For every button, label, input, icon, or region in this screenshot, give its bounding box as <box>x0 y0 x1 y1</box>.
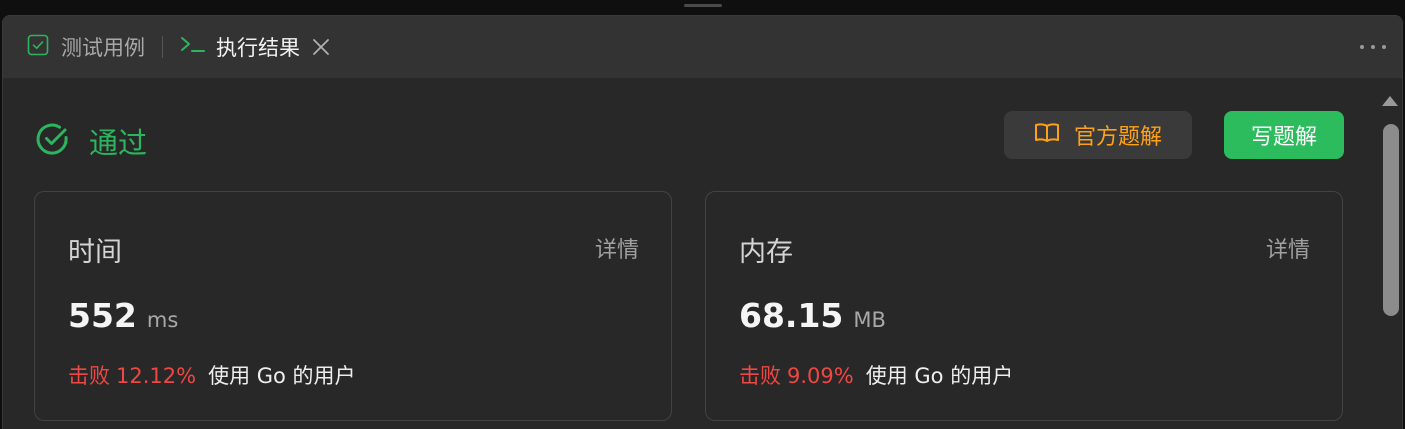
memory-unit: MB <box>853 308 886 332</box>
tab-result[interactable]: 执行结果 <box>180 16 332 78</box>
close-icon[interactable] <box>310 36 332 58</box>
memory-beats: 击败 9.09% 使用 Go 的用户 <box>739 360 1013 390</box>
terminal-icon <box>180 34 206 60</box>
memory-beats-prefix: 击败 <box>739 364 781 388</box>
tab-test-cases[interactable]: 测试用例 <box>3 16 145 78</box>
runtime-number: 552 <box>68 296 137 335</box>
runtime-beats: 击败 12.12% 使用 Go 的用户 <box>68 360 356 390</box>
memory-detail-link[interactable]: 详情 <box>1266 232 1310 264</box>
runtime-detail-link[interactable]: 详情 <box>595 232 639 264</box>
runtime-card: 时间 详情 552 ms 击败 12.12% 使用 Go 的用户 <box>34 191 672 421</box>
memory-card: 内存 详情 68.15 MB 击败 9.09% 使用 Go 的用户 <box>705 191 1343 421</box>
memory-number: 68.15 <box>739 296 844 335</box>
more-horizontal-icon[interactable] <box>1360 40 1386 54</box>
tab-test-cases-label: 测试用例 <box>61 36 145 60</box>
memory-value: 68.15 MB <box>739 296 886 335</box>
tab-divider <box>162 36 163 58</box>
book-open-icon <box>1034 122 1060 148</box>
runtime-title: 时间 <box>68 237 122 268</box>
write-solution-button[interactable]: 写题解 <box>1224 111 1344 159</box>
runtime-beats-suffix: 使用 Go 的用户 <box>208 364 356 388</box>
status-text: 通过 <box>89 126 148 160</box>
runtime-value: 552 ms <box>68 296 178 335</box>
official-solution-label: 官方题解 <box>1073 125 1162 150</box>
tab-bar: 测试用例 执行结果 <box>3 16 1402 78</box>
status-indicator: 通过 <box>35 120 147 162</box>
result-content: 通过 官方题解 写题解 时间 详情 552 ms 击败 12.12% 使用 Go <box>3 78 1374 429</box>
runtime-unit: ms <box>146 308 179 332</box>
result-panel: 测试用例 执行结果 通过 官方题解 写题解 时间 详情 552 ms 击败 12… <box>2 15 1403 429</box>
memory-title: 内存 <box>739 237 793 268</box>
official-solution-button[interactable]: 官方题解 <box>1004 111 1192 159</box>
scroll-up-arrow-icon[interactable] <box>1382 96 1398 106</box>
checkbox-icon <box>27 34 49 60</box>
memory-beats-percent: 9.09% <box>787 364 854 388</box>
check-circle-icon <box>35 121 71 161</box>
vertical-scrollbar[interactable] <box>1374 78 1402 429</box>
panel-resize-handle[interactable] <box>684 4 722 7</box>
runtime-beats-prefix: 击败 <box>68 364 110 388</box>
memory-beats-suffix: 使用 Go 的用户 <box>865 364 1014 388</box>
scrollbar-thumb[interactable] <box>1383 124 1399 316</box>
tab-result-label: 执行结果 <box>216 36 300 60</box>
runtime-beats-percent: 12.12% <box>116 364 197 388</box>
